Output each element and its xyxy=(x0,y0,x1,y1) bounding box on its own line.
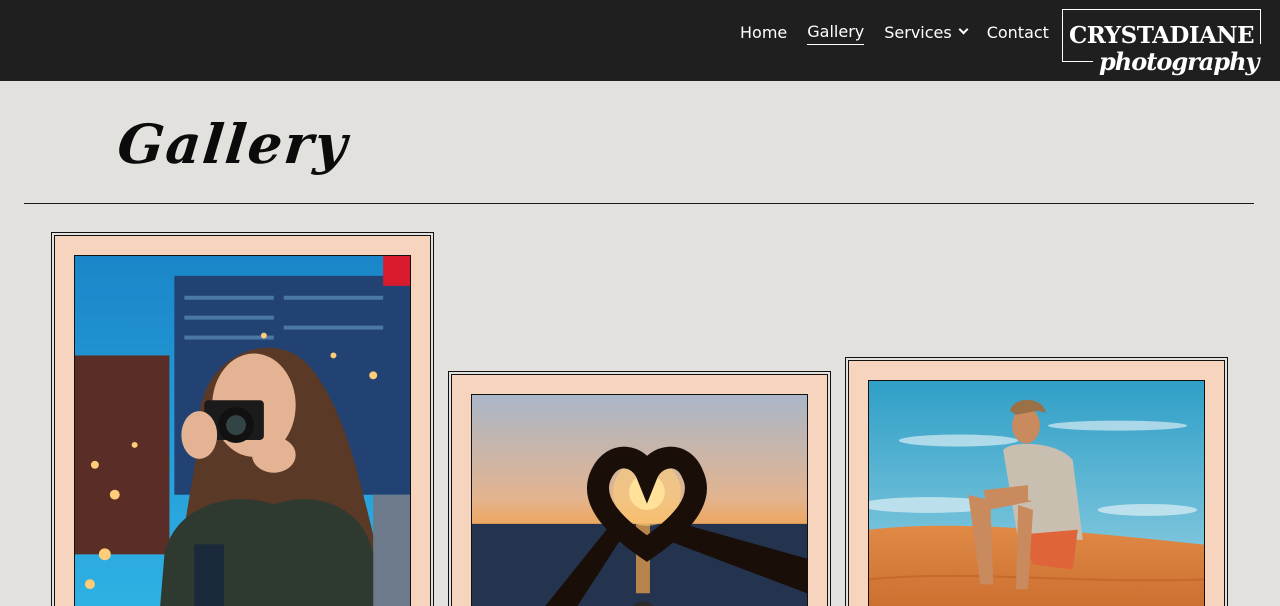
gallery-frame[interactable] xyxy=(51,232,434,606)
frame-mat xyxy=(54,235,431,606)
nav-home-link[interactable]: Home xyxy=(740,23,787,45)
page-title: Gallery xyxy=(114,112,352,176)
man-sitting-desert-photo[interactable] xyxy=(868,380,1205,606)
woman-with-camera-photo[interactable] xyxy=(74,255,411,606)
gallery-frame[interactable] xyxy=(845,357,1228,606)
nav-contact-link[interactable]: Contact xyxy=(987,23,1049,45)
site-logo[interactable]: CRYSTADIANE photography xyxy=(1062,9,1265,80)
title-divider xyxy=(24,203,1254,204)
site-header: Home Gallery Services Contact CRYSTADIAN… xyxy=(0,0,1280,81)
frame-mat xyxy=(848,360,1225,606)
gallery-frame[interactable] xyxy=(448,371,831,606)
logo-script: photography xyxy=(1093,44,1265,80)
main-nav: Home Gallery Services Contact xyxy=(740,22,1069,45)
heart-hands-sunset-photo[interactable] xyxy=(471,394,808,606)
frame-mat xyxy=(451,374,828,606)
nav-services-label: Services xyxy=(884,22,952,42)
chevron-down-icon xyxy=(958,24,969,35)
nav-services-link[interactable]: Services xyxy=(884,22,969,45)
nav-gallery-link[interactable]: Gallery xyxy=(807,22,865,45)
